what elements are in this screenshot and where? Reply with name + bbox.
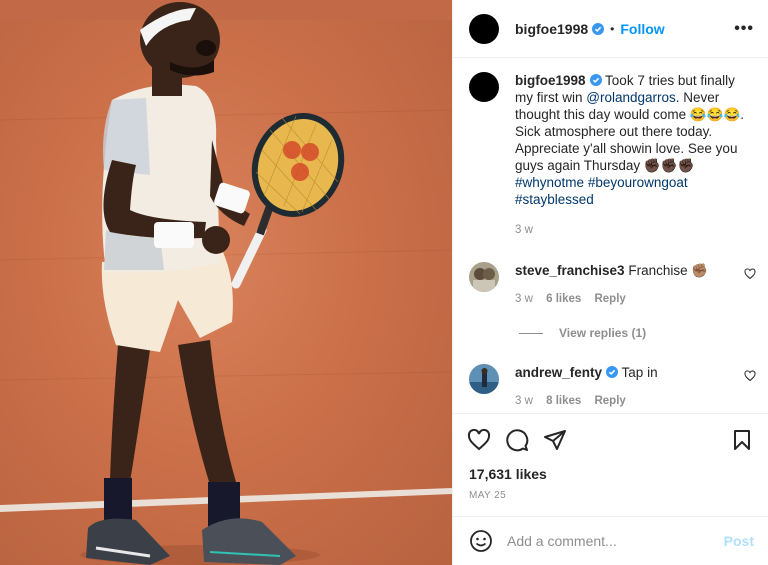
- add-comment-bar: Post: [453, 516, 768, 565]
- commenter-avatar[interactable]: [469, 364, 499, 394]
- header-separator: •: [610, 21, 615, 36]
- heart-icon[interactable]: [467, 428, 491, 452]
- author-username[interactable]: bigfoe1998: [515, 21, 588, 37]
- divider-line: [519, 332, 543, 334]
- comment-body: Tap in: [621, 365, 658, 380]
- comment-meta: 3 w 6 likes Reply: [515, 293, 758, 305]
- commenter-avatar[interactable]: [469, 262, 499, 292]
- post-date: MAY 25: [469, 490, 507, 501]
- post-photo[interactable]: [0, 0, 452, 565]
- caption-time: 3 w: [515, 224, 533, 236]
- hashtag-link[interactable]: #whynotme: [515, 175, 584, 190]
- author-avatar[interactable]: [469, 13, 499, 44]
- comment-item: andrew_fenty Tap in 3 w 8 likes Reply: [469, 364, 758, 407]
- caption-avatar[interactable]: [469, 72, 499, 102]
- comment-time: 3 w: [515, 395, 533, 407]
- post-comment-button[interactable]: Post: [724, 533, 754, 549]
- caption-text: bigfoe1998 Took 7 tries but finally my f…: [515, 72, 745, 208]
- hashtag-link[interactable]: #stayblessed: [515, 192, 594, 207]
- share-icon[interactable]: [543, 428, 567, 452]
- comment-username[interactable]: steve_franchise3: [515, 263, 625, 278]
- comment-likes[interactable]: 8 likes: [546, 395, 581, 407]
- comment-icon[interactable]: [505, 428, 529, 452]
- comment-body: Franchise ✊🏽: [628, 263, 709, 278]
- emoji-icon[interactable]: [469, 529, 493, 553]
- comment-likes[interactable]: 6 likes: [546, 293, 581, 305]
- hashtag-link[interactable]: #beyourowngoat: [588, 175, 688, 190]
- bookmark-icon[interactable]: [730, 428, 754, 452]
- comment-text: andrew_fenty Tap in: [515, 364, 758, 381]
- comment-meta: 3 w 8 likes Reply: [515, 395, 758, 407]
- mention-link[interactable]: @rolandgarros: [586, 90, 676, 105]
- post-header: bigfoe1998 • Follow •••: [453, 0, 768, 58]
- comment-text: steve_franchise3 Franchise ✊🏽: [515, 262, 758, 279]
- action-bar: [453, 413, 768, 465]
- post-side-panel: bigfoe1998 • Follow ••• bigfoe1998 Took …: [452, 0, 768, 565]
- likes-count[interactable]: 17,631 likes: [469, 466, 547, 482]
- more-options-icon[interactable]: •••: [734, 20, 754, 38]
- comment-item: steve_franchise3 Franchise ✊🏽 3 w 6 like…: [469, 262, 758, 305]
- view-replies-button[interactable]: View replies (1): [519, 326, 646, 340]
- reply-button[interactable]: Reply: [594, 395, 625, 407]
- verified-icon: [592, 22, 605, 35]
- verified-icon: [589, 74, 602, 86]
- view-replies-label: View replies (1): [559, 326, 647, 340]
- caption-username[interactable]: bigfoe1998: [515, 73, 586, 88]
- tennis-player-photo: [0, 0, 452, 565]
- heart-icon[interactable]: [744, 370, 756, 382]
- caption: bigfoe1998 Took 7 tries but finally my f…: [453, 58, 768, 236]
- reply-button[interactable]: Reply: [594, 293, 625, 305]
- heart-icon[interactable]: [744, 268, 756, 280]
- verified-icon: [606, 366, 619, 378]
- follow-button[interactable]: Follow: [620, 21, 664, 37]
- comment-time: 3 w: [515, 293, 533, 305]
- comment-username[interactable]: andrew_fenty: [515, 365, 602, 380]
- instagram-post-view: bigfoe1998 • Follow ••• bigfoe1998 Took …: [0, 0, 768, 565]
- comment-input[interactable]: [507, 533, 724, 549]
